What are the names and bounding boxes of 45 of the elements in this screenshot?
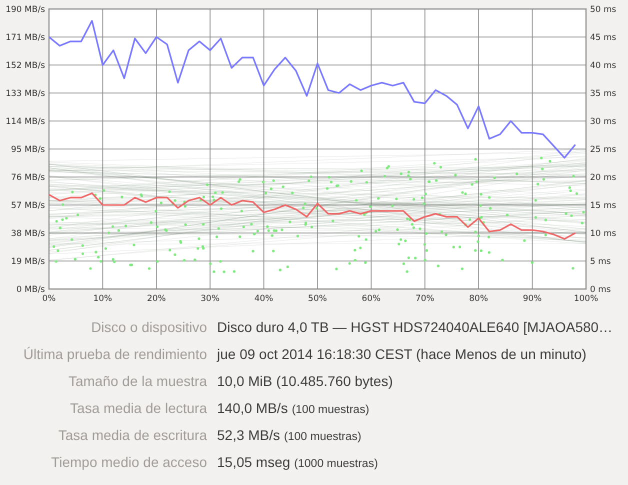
axis-label: 90% [522, 294, 542, 304]
axis-label: 0 ms [590, 285, 611, 295]
detail-value: 10,0 MiB (10.485.760 bytes) [217, 372, 393, 388]
axis-label: 20% [146, 294, 166, 304]
axis-label: 40% [254, 294, 274, 304]
axis-label: 190 MB/s [6, 5, 45, 15]
axis-label: 57 MB/s [11, 201, 45, 211]
axis-label: 20 ms [590, 173, 616, 183]
axis-label: 0 MB/s [16, 285, 45, 295]
detail-label: Tiempo medio de acceso [50, 454, 207, 470]
detail-value: jue 09 oct 2014 16:18:30 CEST (hace Menos de un minuto) [217, 346, 586, 362]
axis-label: 15 ms [590, 201, 616, 211]
axis-label: 50 ms [590, 5, 616, 15]
axis-label: 10% [93, 294, 112, 304]
axis-label: 76 MB/s [11, 173, 45, 183]
axis-label: 30 ms [590, 117, 616, 127]
detail-value: 15,05 mseg (1000 muestras) [217, 454, 378, 470]
axis-label: 19 MB/s [11, 257, 45, 267]
axis-label: 35 ms [590, 89, 616, 99]
axis-label: 133 MB/s [6, 89, 45, 99]
axis-label: 25 ms [590, 145, 616, 155]
axis-label: 100% [574, 294, 598, 304]
axis-label: 40 ms [590, 61, 616, 71]
detail-value: Disco duro 4,0 TB — HGST HDS724040ALE640 [MJAOA580… [217, 318, 613, 334]
detail-value: 52,3 MB/s (100 muestras) [217, 426, 362, 442]
detail-label: Tamaño de la muestra [67, 372, 207, 388]
axis-label: 60% [362, 294, 381, 304]
detail-label: Tasa media de escritura [57, 426, 207, 442]
detail-value: 140,0 MB/s (100 muestras) [217, 400, 370, 416]
axis-label: 0% [42, 294, 56, 304]
axis-label: 50% [308, 294, 327, 304]
detail-label: Tasa media de lectura [69, 400, 207, 416]
axis-label: 5 ms [590, 257, 611, 267]
axis-label: 45 ms [590, 33, 616, 43]
detail-label: Disco o dispositivo [90, 318, 207, 334]
axis-label: 152 MB/s [6, 61, 45, 71]
axis-label: 95 MB/s [11, 145, 45, 155]
axis-label: 10 ms [590, 229, 616, 239]
axis-label: 38 MB/s [11, 229, 45, 239]
axis-label: 114 MB/s [6, 117, 45, 127]
axis-label: 70% [415, 294, 434, 304]
axis-label: 30% [200, 294, 220, 304]
axis-label: 171 MB/s [6, 33, 45, 43]
detail-label: Última prueba de rendimiento [22, 346, 207, 362]
axis-label: 80% [469, 294, 488, 304]
